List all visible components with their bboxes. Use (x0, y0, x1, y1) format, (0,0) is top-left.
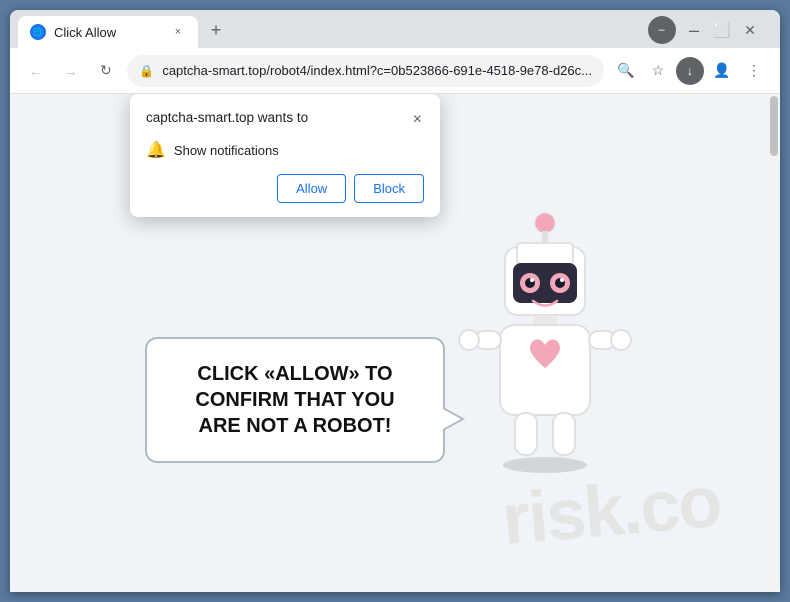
forward-button[interactable]: → (57, 57, 84, 85)
nav-actions: 🔍 ☆ ↓ 👤 ⋮ (612, 57, 768, 85)
speech-bubble: CLICK «ALLOW» TO CONFIRM THAT YOU ARE NO… (145, 337, 445, 463)
robot-illustration (445, 203, 645, 483)
browser-window: 🌐 Click Allow × + – – ⬜ ✕ ← → ↻ 🔒 captch… (10, 10, 780, 592)
tab-favicon: 🌐 (30, 24, 46, 40)
window-close-button[interactable]: ✕ (736, 16, 764, 44)
popup-notification-row: 🔔 Show notifications (146, 140, 424, 160)
address-text: captcha-smart.top/robot4/index.html?c=0b… (162, 63, 592, 78)
scrollbar-thumb[interactable] (770, 96, 778, 156)
scene: CLICK «ALLOW» TO CONFIRM THAT YOU ARE NO… (145, 203, 645, 483)
back-button[interactable]: ← (22, 57, 49, 85)
profile-icon: – (648, 16, 676, 44)
tab-title: Click Allow (54, 25, 162, 40)
popup-title: captcha-smart.top wants to (146, 110, 308, 125)
allow-button[interactable]: Allow (277, 174, 346, 203)
notification-popup: captcha-smart.top wants to × 🔔 Show noti… (130, 94, 440, 217)
search-icon[interactable]: 🔍 (612, 57, 640, 85)
window-maximize-button[interactable]: ⬜ (708, 16, 736, 44)
window-minimize-button[interactable]: – (680, 16, 708, 44)
menu-button[interactable]: ⋮ (740, 57, 768, 85)
tab-bar: 🌐 Click Allow × + – – ⬜ ✕ (10, 10, 780, 48)
bell-icon: 🔔 (146, 140, 166, 160)
popup-close-button[interactable]: × (411, 110, 424, 130)
popup-buttons: Allow Block (146, 174, 424, 203)
popup-header: captcha-smart.top wants to × (146, 110, 424, 130)
active-tab[interactable]: 🌐 Click Allow × (18, 16, 198, 48)
lock-icon: 🔒 (139, 64, 154, 78)
bubble-text: CLICK «ALLOW» TO CONFIRM THAT YOU ARE NO… (175, 361, 415, 439)
bookmark-icon[interactable]: ☆ (644, 57, 672, 85)
content-area: captcha-smart.top wants to × 🔔 Show noti… (10, 94, 780, 592)
download-icon[interactable]: ↓ (676, 57, 704, 85)
refresh-button[interactable]: ↻ (92, 57, 119, 85)
profile-button[interactable]: 👤 (708, 57, 736, 85)
notification-label: Show notifications (174, 143, 279, 158)
scrollbar[interactable] (768, 94, 780, 592)
new-tab-button[interactable]: + (202, 16, 230, 44)
block-button[interactable]: Block (354, 174, 424, 203)
nav-bar: ← → ↻ 🔒 captcha-smart.top/robot4/index.h… (10, 48, 780, 94)
tab-close-button[interactable]: × (170, 24, 186, 40)
address-bar[interactable]: 🔒 captcha-smart.top/robot4/index.html?c=… (127, 55, 604, 87)
